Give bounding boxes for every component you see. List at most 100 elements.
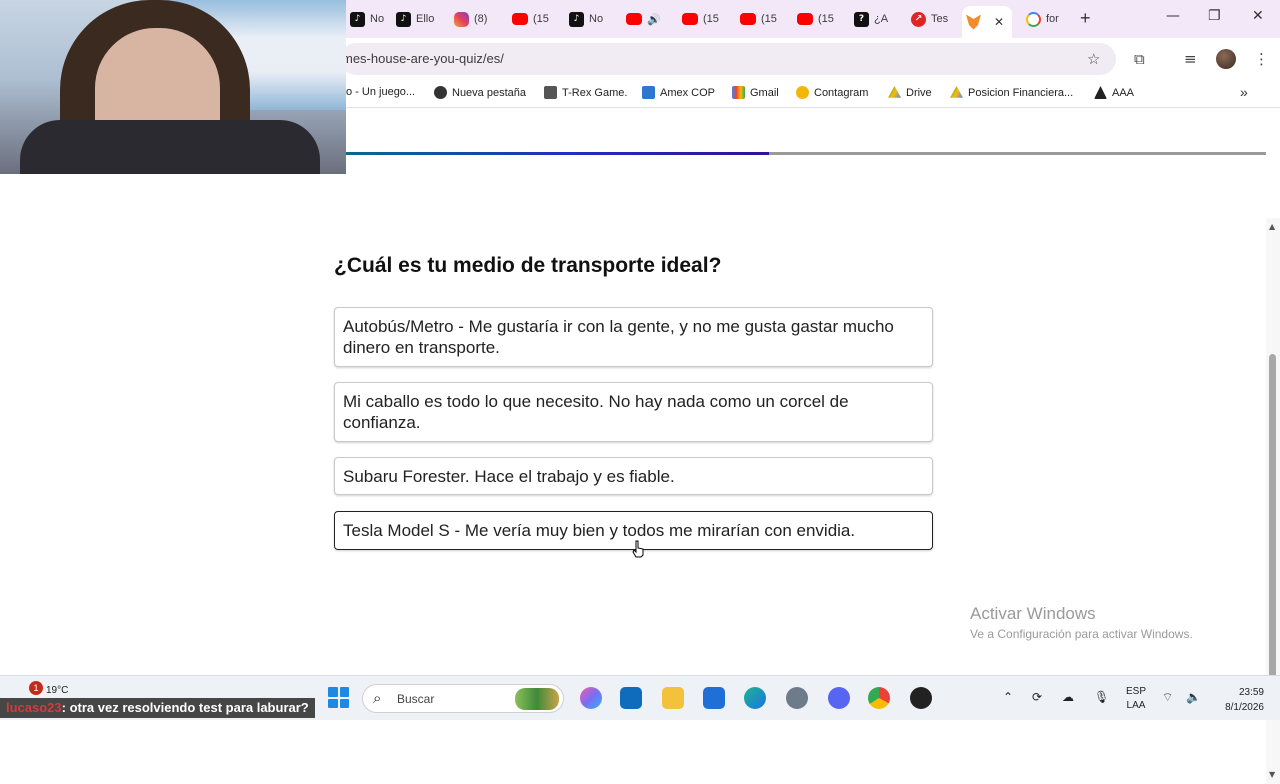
browser-tab[interactable]: for bbox=[1022, 6, 1059, 32]
stream-chat-caption: lucaso23: otra vez resolviendo test para… bbox=[0, 698, 315, 718]
profile-avatar[interactable] bbox=[1216, 49, 1236, 69]
address-bar[interactable]: mes-house-are-you-quiz/es/ bbox=[340, 43, 1116, 75]
outlook-icon[interactable] bbox=[620, 687, 642, 709]
input-language[interactable]: ESP LAA bbox=[1126, 685, 1146, 713]
settings-gear-icon[interactable] bbox=[786, 687, 808, 709]
browser-tab[interactable]: (8) bbox=[450, 6, 487, 32]
volume-icon[interactable]: 🔈 bbox=[1186, 690, 1201, 704]
tiktok-icon: ♪ bbox=[569, 11, 584, 27]
browser-tab[interactable]: ? ¿A bbox=[850, 6, 888, 32]
webcam-overlay bbox=[0, 0, 346, 174]
bookmark-item[interactable]: o - Un juego... bbox=[346, 86, 415, 98]
discord-icon[interactable] bbox=[828, 687, 850, 709]
bookmark-star-icon[interactable]: ☆ bbox=[1087, 50, 1100, 68]
wifi-icon[interactable]: ⌔ bbox=[1162, 690, 1173, 705]
store-icon[interactable] bbox=[703, 687, 725, 709]
quiz-progress-bar bbox=[346, 152, 1266, 155]
search-placeholder: Buscar bbox=[397, 692, 435, 706]
browser-tab[interactable]: ♪ No bbox=[565, 6, 603, 32]
start-button[interactable] bbox=[328, 687, 349, 708]
system-clock[interactable]: 23:59 8/1/2026 bbox=[1214, 685, 1264, 715]
browser-menu-icon[interactable]: ⋮ bbox=[1254, 50, 1269, 68]
bookmark-item[interactable]: Nueva pestaña bbox=[434, 86, 526, 99]
chat-message: : otra vez resolviendo test para laburar… bbox=[61, 700, 309, 715]
bookmark-item[interactable]: Amex COP bbox=[642, 86, 715, 99]
file-explorer-icon[interactable] bbox=[662, 687, 684, 709]
aaa-icon bbox=[1094, 86, 1107, 99]
bookmark-item[interactable]: Posicion Financiera... bbox=[950, 86, 1073, 99]
youtube-icon bbox=[740, 13, 756, 25]
hand-cursor-icon bbox=[632, 540, 644, 558]
browser-tab[interactable]: 🔊 bbox=[622, 6, 661, 32]
obs-icon[interactable] bbox=[910, 687, 932, 709]
amex-icon bbox=[642, 86, 655, 99]
drive-icon bbox=[950, 86, 963, 98]
tiktok-icon: ♪ bbox=[396, 11, 411, 27]
browser-tab[interactable]: ↗ Tes bbox=[907, 6, 948, 32]
google-icon bbox=[1026, 11, 1041, 27]
chrome-icon[interactable] bbox=[868, 687, 890, 709]
activate-windows-title: Activar Windows bbox=[970, 604, 1096, 623]
bookmarks-overflow-icon[interactable]: » bbox=[1240, 84, 1248, 100]
answer-option[interactable]: Mi caballo es todo lo que necesito. No h… bbox=[334, 382, 933, 442]
youtube-icon bbox=[682, 13, 698, 25]
minimize-button[interactable]: — bbox=[1166, 8, 1180, 24]
bookmark-item[interactable]: Contagram bbox=[796, 86, 868, 99]
tiktok-icon: ♪ bbox=[350, 11, 365, 27]
restore-button[interactable]: ❐ bbox=[1208, 8, 1221, 24]
weather-temperature[interactable]: 19°C bbox=[46, 685, 68, 696]
bookmark-item[interactable]: Gmail bbox=[732, 86, 779, 99]
scroll-up-icon[interactable]: ▲ bbox=[1269, 222, 1275, 231]
youtube-icon bbox=[626, 13, 642, 25]
person-shirt bbox=[20, 120, 320, 174]
answer-option[interactable]: Subaru Forester. Hace el trabajo y es fi… bbox=[334, 457, 933, 495]
fox-icon bbox=[966, 14, 981, 30]
quiz-page: ¿Cuál es tu medio de transporte ideal? A… bbox=[0, 109, 1280, 784]
extensions-icon[interactable]: ⧉ bbox=[1134, 50, 1145, 68]
question-site-icon: ? bbox=[854, 11, 869, 27]
dino-icon bbox=[544, 86, 557, 99]
tray-overflow-chevron-icon[interactable]: ⌃ bbox=[1003, 690, 1013, 704]
instagram-icon bbox=[454, 11, 469, 27]
scroll-thumb[interactable] bbox=[1269, 354, 1276, 682]
contagram-icon bbox=[796, 86, 809, 99]
browser-tab-active[interactable]: ✕ bbox=[962, 6, 1012, 38]
close-window-button[interactable]: ✕ bbox=[1252, 8, 1264, 24]
bookmark-item[interactable]: T-Rex Game. bbox=[544, 86, 627, 99]
search-highlight-image bbox=[515, 688, 559, 710]
taskbar-search[interactable]: ⌕ Buscar bbox=[362, 684, 564, 713]
bookmark-item[interactable]: Drive bbox=[888, 86, 932, 99]
drive-icon bbox=[888, 86, 901, 98]
edge-icon[interactable] bbox=[744, 687, 766, 709]
question-title: ¿Cuál es tu medio de transporte ideal? bbox=[334, 254, 722, 277]
onedrive-icon[interactable]: ☁ bbox=[1062, 690, 1074, 704]
browser-tab[interactable]: (15 bbox=[736, 6, 777, 32]
search-icon: ⌕ bbox=[373, 689, 382, 707]
speaker-icon: 🔊 bbox=[647, 12, 661, 26]
media-control-icon[interactable]: ≡ bbox=[1184, 50, 1197, 68]
bookmark-item[interactable]: AAA bbox=[1094, 86, 1134, 99]
browser-tab[interactable]: (15 bbox=[508, 6, 549, 32]
answer-option[interactable]: Autobús/Metro - Me gustaría ir con la ge… bbox=[334, 307, 933, 367]
browser-tab[interactable]: (15 bbox=[793, 6, 834, 32]
red-chart-icon: ↗ bbox=[911, 11, 926, 27]
chat-username: lucaso23 bbox=[6, 700, 62, 715]
browser-tab[interactable]: ♪ No bbox=[346, 6, 384, 32]
microphone-icon[interactable]: 🎙 bbox=[1094, 690, 1109, 704]
scroll-down-icon[interactable]: ▼ bbox=[1269, 770, 1275, 779]
youtube-icon bbox=[512, 13, 528, 25]
youtube-icon bbox=[797, 13, 813, 25]
url-text: mes-house-are-you-quiz/es/ bbox=[342, 51, 504, 66]
browser-tab[interactable]: (15 bbox=[678, 6, 719, 32]
activate-windows-subtitle: Ve a Configuración para activar Windows. bbox=[970, 627, 1193, 641]
browser-tab[interactable]: ♪ Ello bbox=[392, 6, 434, 32]
gmail-icon bbox=[732, 86, 745, 99]
windows-taskbar: 1 19°C lucaso23: otra vez resolviendo te… bbox=[0, 675, 1280, 720]
sync-icon[interactable]: ⟳ bbox=[1032, 690, 1042, 704]
copilot-icon[interactable] bbox=[580, 687, 602, 709]
chrome-icon bbox=[434, 86, 447, 99]
tab-close-icon[interactable]: ✕ bbox=[994, 15, 1004, 29]
quiz-progress-fill bbox=[346, 152, 770, 155]
new-tab-button[interactable]: + bbox=[1080, 8, 1091, 29]
notification-badge: 1 bbox=[29, 681, 43, 695]
